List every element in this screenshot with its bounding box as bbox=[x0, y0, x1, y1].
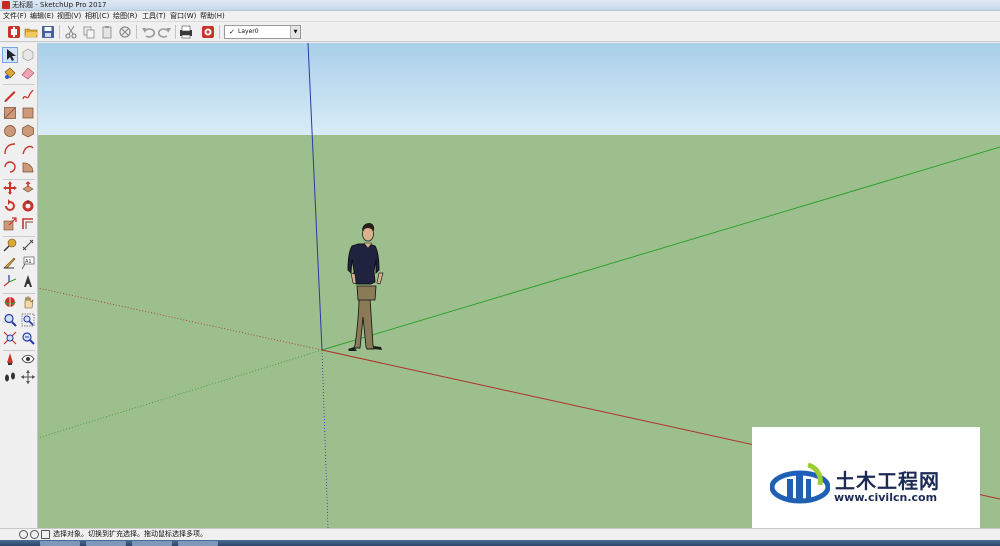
main-toolbar: ✓ Layer0 ▼ bbox=[0, 22, 1000, 42]
copy-icon[interactable] bbox=[82, 25, 96, 39]
protractor-icon[interactable] bbox=[3, 256, 17, 270]
taskbar-item[interactable] bbox=[40, 541, 80, 546]
model-info-icon[interactable] bbox=[201, 25, 215, 39]
pencil-line-icon[interactable] bbox=[3, 88, 17, 102]
toolbar-separator bbox=[136, 25, 137, 39]
menu-tools[interactable]: 工具(T) bbox=[142, 11, 166, 22]
menu-bar: 文件(F) 编辑(E) 视图(V) 相机(C) 绘图(R) 工具(T) 窗口(W… bbox=[0, 11, 1000, 22]
tool-separator bbox=[3, 236, 35, 237]
menu-edit[interactable]: 编辑(E) bbox=[30, 11, 54, 22]
window-title: 无标题 - SketchUp Pro 2017 bbox=[12, 1, 107, 9]
tool-separator bbox=[3, 293, 35, 294]
zoom-icon[interactable] bbox=[3, 313, 17, 327]
toolbar-separator bbox=[175, 25, 176, 39]
follow-me-icon[interactable] bbox=[21, 199, 35, 213]
rotate-icon[interactable] bbox=[3, 199, 17, 213]
title-bar: 无标题 - SketchUp Pro 2017 bbox=[0, 0, 1000, 11]
walk-footprints-icon[interactable] bbox=[3, 370, 17, 384]
tool-separator bbox=[3, 84, 35, 85]
select-arrow-icon[interactable] bbox=[2, 47, 18, 63]
watermark-brand: 土木工程网 bbox=[835, 469, 940, 493]
layer-name: Layer0 bbox=[238, 28, 259, 35]
toolbar-separator bbox=[219, 25, 220, 39]
getting-started-icon[interactable] bbox=[7, 25, 21, 39]
push-pull-icon[interactable] bbox=[21, 181, 35, 195]
status-message: 选择对象。切换到扩充选择。拖动鼠标选择多项。 bbox=[53, 530, 207, 538]
menu-help[interactable]: 帮助(H) bbox=[200, 11, 225, 22]
menu-camera[interactable]: 相机(C) bbox=[85, 11, 109, 22]
look-around-eye-icon[interactable] bbox=[21, 352, 35, 366]
watermark-url: www.civilcn.com bbox=[834, 491, 938, 504]
layer-visible-check: ✓ bbox=[229, 28, 235, 36]
paste-icon[interactable] bbox=[100, 25, 114, 39]
layer-dropdown[interactable]: ✓ Layer0 ▼ bbox=[224, 25, 301, 39]
axes-icon[interactable] bbox=[3, 274, 17, 288]
taskbar-item[interactable] bbox=[178, 541, 218, 546]
menu-window[interactable]: 窗口(W) bbox=[170, 11, 196, 22]
position-camera-icon[interactable] bbox=[3, 352, 17, 366]
dimensions-icon[interactable] bbox=[21, 238, 35, 252]
redo-icon[interactable] bbox=[158, 25, 172, 39]
paint-bucket-icon[interactable] bbox=[3, 66, 17, 80]
offset-icon[interactable] bbox=[21, 217, 35, 231]
blue-axis-negative bbox=[321, 349, 329, 528]
menu-draw[interactable]: 绘图(R) bbox=[113, 11, 137, 22]
info-icon[interactable] bbox=[19, 530, 28, 539]
sketchup-app-icon bbox=[2, 1, 10, 9]
undo-icon[interactable] bbox=[141, 25, 155, 39]
pie-icon[interactable] bbox=[21, 160, 35, 174]
cut-icon[interactable] bbox=[64, 25, 78, 39]
tool-separator bbox=[3, 179, 35, 180]
open-folder-icon[interactable] bbox=[24, 25, 38, 39]
save-icon[interactable] bbox=[41, 25, 55, 39]
taskbar-item[interactable] bbox=[86, 541, 126, 546]
scale-icon[interactable] bbox=[3, 217, 17, 231]
rectangle-icon[interactable] bbox=[3, 106, 17, 120]
tool-separator bbox=[3, 350, 35, 351]
large-tool-set: A1 bbox=[0, 43, 38, 528]
chevron-down-icon[interactable]: ▼ bbox=[290, 26, 300, 38]
print-icon[interactable] bbox=[179, 25, 193, 39]
section-plane-icon[interactable] bbox=[21, 370, 35, 384]
erase-selection-icon[interactable] bbox=[118, 25, 132, 39]
green-axis-negative bbox=[38, 349, 323, 439]
make-component-icon[interactable] bbox=[21, 48, 35, 62]
status-bar: 选择对象。切换到扩充选择。拖动鼠标选择多项。 bbox=[0, 528, 1000, 540]
menu-file[interactable]: 文件(F) bbox=[3, 11, 27, 22]
three-point-arc-icon[interactable] bbox=[3, 160, 17, 174]
svg-text:A1: A1 bbox=[25, 259, 32, 265]
menu-view[interactable]: 视图(V) bbox=[57, 11, 81, 22]
two-point-arc-icon[interactable] bbox=[21, 142, 35, 156]
red-axis-negative bbox=[38, 287, 323, 351]
watermark-panel: 土木工程网 www.civilcn.com bbox=[752, 427, 980, 540]
civilcn-logo-icon bbox=[770, 462, 830, 504]
circle-icon[interactable] bbox=[3, 124, 17, 138]
os-taskbar bbox=[0, 540, 1000, 546]
rotated-rectangle-icon[interactable] bbox=[21, 106, 35, 120]
freehand-icon[interactable] bbox=[21, 88, 35, 102]
tape-measure-icon[interactable] bbox=[3, 238, 17, 252]
toolbar-separator bbox=[59, 25, 60, 39]
orbit-icon[interactable] bbox=[3, 295, 17, 309]
taskbar-item[interactable] bbox=[132, 541, 172, 546]
move-icon[interactable] bbox=[3, 181, 17, 195]
zoom-window-icon[interactable] bbox=[21, 313, 35, 327]
blue-axis bbox=[307, 43, 323, 351]
zoom-extents-icon[interactable] bbox=[3, 331, 17, 345]
text-label-icon[interactable]: A1 bbox=[21, 256, 35, 270]
polygon-icon[interactable] bbox=[21, 124, 35, 138]
eraser-icon[interactable] bbox=[21, 66, 35, 80]
instructor-icon[interactable] bbox=[41, 530, 50, 539]
green-axis bbox=[321, 146, 1000, 351]
previous-view-icon[interactable] bbox=[21, 331, 35, 345]
help-icon[interactable] bbox=[30, 530, 39, 539]
pan-hand-icon[interactable] bbox=[21, 295, 35, 309]
arc-icon[interactable] bbox=[3, 142, 17, 156]
3d-text-icon[interactable] bbox=[21, 274, 35, 288]
scale-figure-person[interactable] bbox=[347, 223, 384, 351]
